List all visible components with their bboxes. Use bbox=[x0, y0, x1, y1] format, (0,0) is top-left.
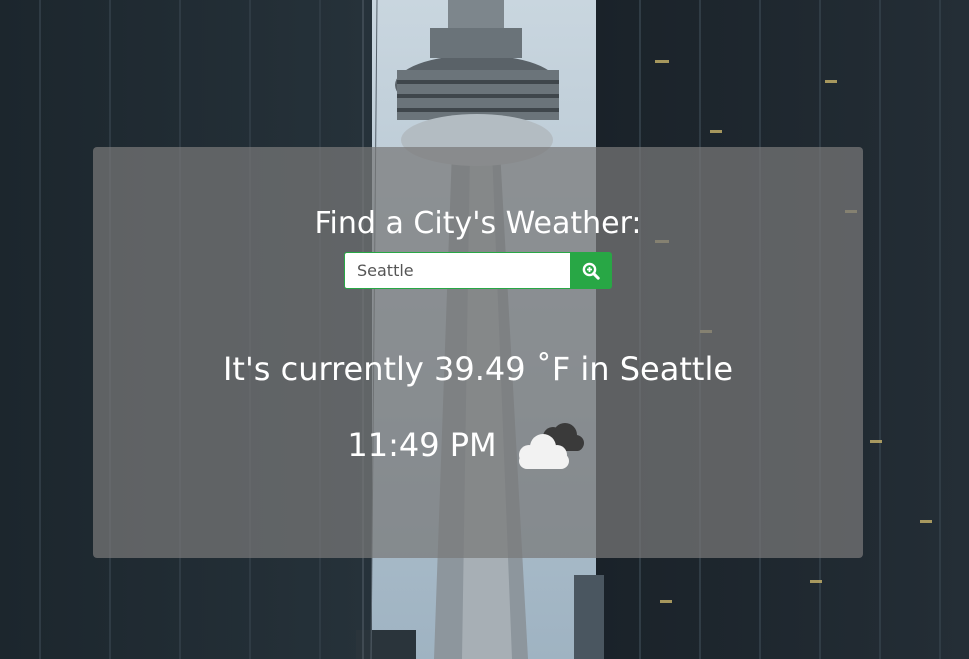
search-button[interactable] bbox=[570, 252, 612, 289]
local-time: 11:49 PM bbox=[347, 426, 497, 464]
weather-panel: Find a City's Weather: It's currently 39… bbox=[93, 147, 863, 558]
city-prefix: in bbox=[580, 350, 610, 388]
temperature-unit: ˚F bbox=[535, 350, 571, 388]
current-weather-text: It's currently 39.49 ˚F in Seattle bbox=[93, 347, 863, 391]
app-root: Find a City's Weather: It's currently 39… bbox=[0, 0, 969, 659]
magnifier-zoom-icon bbox=[582, 262, 600, 280]
temp-prefix: It's currently bbox=[222, 350, 424, 388]
cloudy-icon bbox=[518, 423, 584, 469]
temperature-value: 39.49 bbox=[434, 350, 526, 388]
search-form bbox=[344, 252, 612, 289]
time-row: 11:49 PM bbox=[93, 419, 863, 471]
page-title: Find a City's Weather: bbox=[314, 206, 642, 241]
city-search-input[interactable] bbox=[344, 252, 570, 289]
city-name: Seattle bbox=[619, 350, 734, 388]
